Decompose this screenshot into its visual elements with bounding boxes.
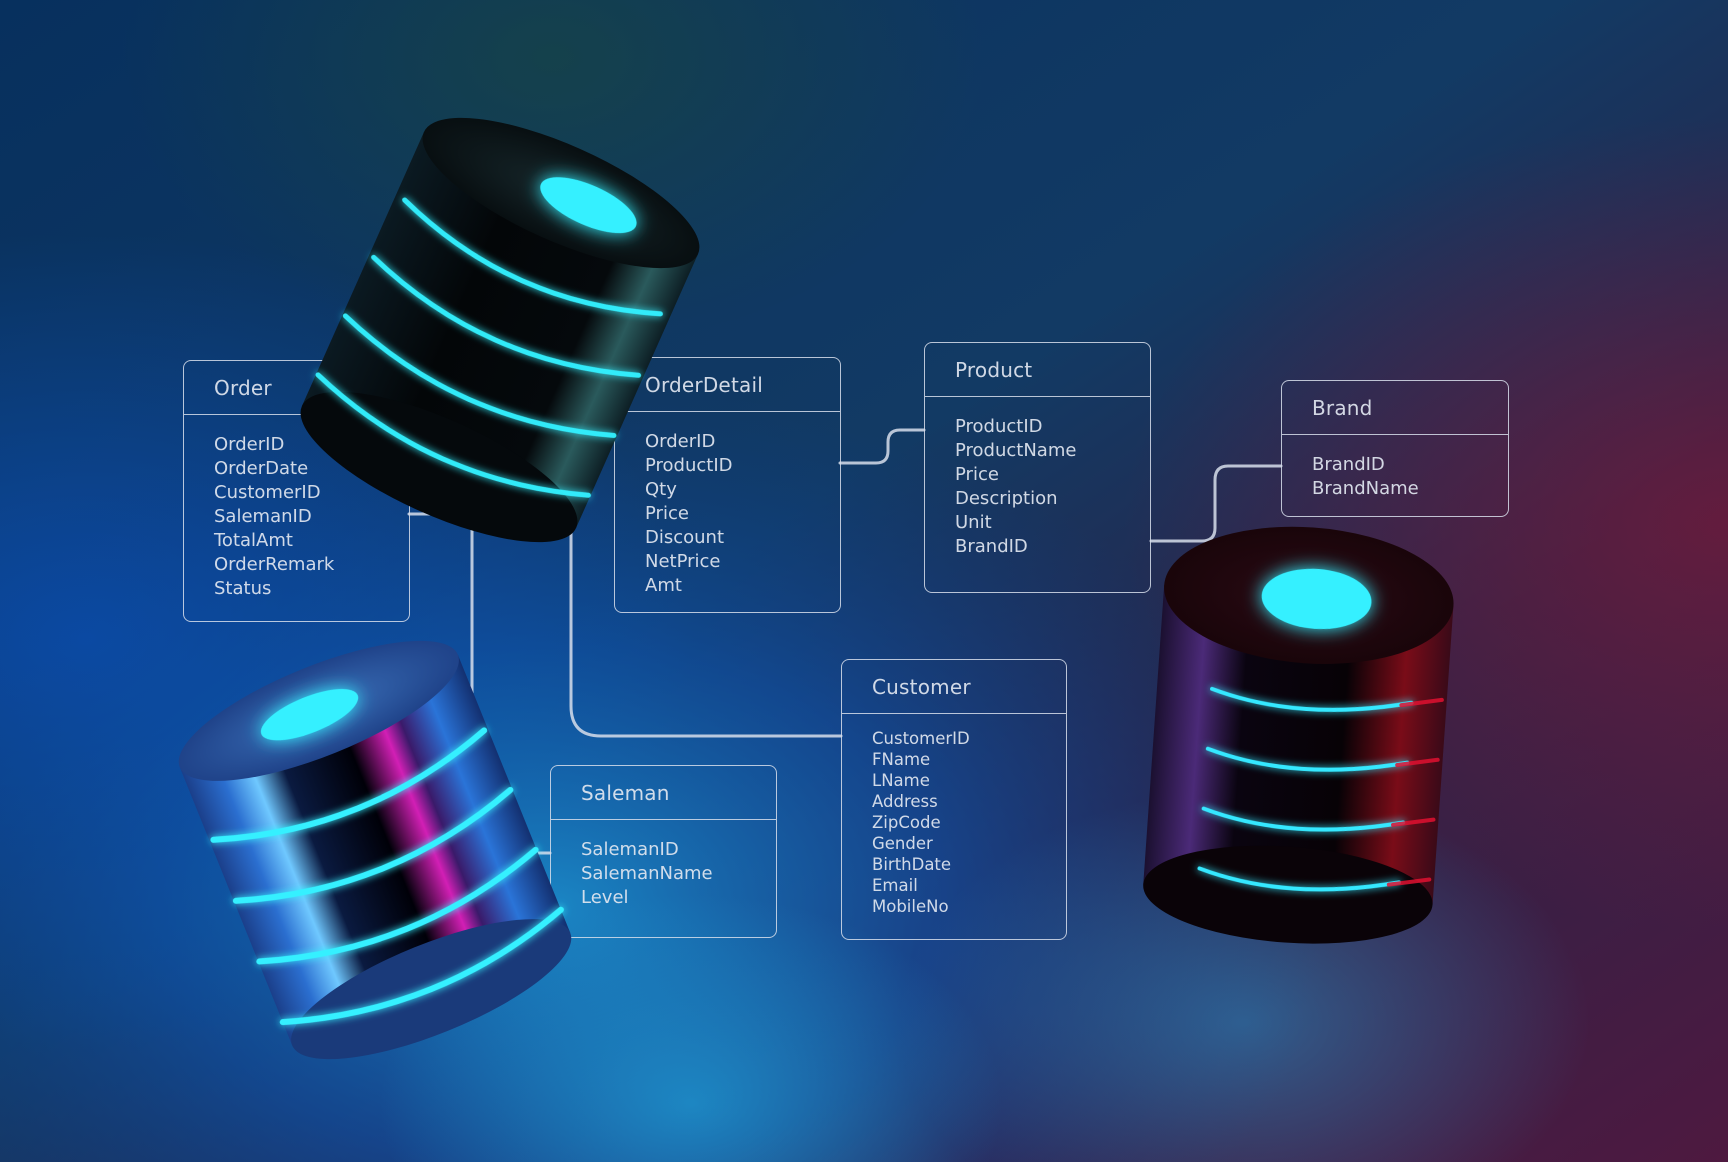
field-mobileno: MobileNo <box>872 897 949 916</box>
field-fname: FName <box>872 750 931 769</box>
field-address: Address <box>872 792 938 811</box>
entity-customer-fields: CustomerID FName LName Address ZipCode G… <box>842 714 1066 917</box>
field-level: Level <box>581 887 629 908</box>
field-brandid: BrandID <box>1312 454 1385 475</box>
entity-customer-title: Customer <box>842 660 1066 714</box>
field-productid: ProductID <box>955 416 1043 437</box>
field-orderremark: OrderRemark <box>214 554 335 575</box>
entity-order-title: Order <box>184 361 409 415</box>
entity-orderdetail[interactable]: OrderDetail OrderID ProductID Qty Price … <box>614 357 841 613</box>
field-zipcode: ZipCode <box>872 813 941 832</box>
field-description: Description <box>955 488 1058 509</box>
entity-saleman[interactable]: Saleman SalemanID SalemanName Level <box>550 765 777 938</box>
field-unit: Unit <box>955 512 992 533</box>
entity-brand[interactable]: Brand BrandID BrandName <box>1281 380 1509 517</box>
field-productid: ProductID <box>645 455 733 476</box>
field-email: Email <box>872 876 918 895</box>
field-salemanid: SalemanID <box>581 839 679 860</box>
entity-saleman-title: Saleman <box>551 766 776 820</box>
entity-brand-fields: BrandID BrandName <box>1282 435 1508 501</box>
field-price: Price <box>955 464 999 485</box>
field-brandname: BrandName <box>1312 478 1419 499</box>
entity-order-fields: OrderID OrderDate CustomerID SalemanID T… <box>184 415 409 601</box>
field-salemanid: SalemanID <box>214 506 312 527</box>
field-netprice: NetPrice <box>645 551 721 572</box>
entity-orderdetail-title: OrderDetail <box>615 358 840 412</box>
field-birthdate: BirthDate <box>872 855 952 874</box>
entity-orderdetail-fields: OrderID ProductID Qty Price Discount Net… <box>615 412 840 598</box>
field-discount: Discount <box>645 527 725 548</box>
entity-product-fields: ProductID ProductName Price Description … <box>925 397 1150 559</box>
entity-saleman-fields: SalemanID SalemanName Level <box>551 820 776 910</box>
field-orderid: OrderID <box>645 431 716 452</box>
field-gender: Gender <box>872 834 933 853</box>
field-lname: LName <box>872 771 930 790</box>
field-brandid: BrandID <box>955 536 1028 557</box>
field-status: Status <box>214 578 272 599</box>
entity-product-title: Product <box>925 343 1150 397</box>
entity-customer[interactable]: Customer CustomerID FName LName Address … <box>841 659 1067 940</box>
entity-order[interactable]: Order OrderID OrderDate CustomerID Salem… <box>183 360 410 622</box>
entity-brand-title: Brand <box>1282 381 1508 435</box>
field-orderid: OrderID <box>214 434 285 455</box>
field-productname: ProductName <box>955 440 1077 461</box>
field-customerid: CustomerID <box>872 729 970 748</box>
field-customerid: CustomerID <box>214 482 321 503</box>
entity-product[interactable]: Product ProductID ProductName Price Desc… <box>924 342 1151 593</box>
field-totalamt: TotalAmt <box>214 530 293 551</box>
field-qty: Qty <box>645 479 677 500</box>
field-amt: Amt <box>645 575 682 596</box>
field-price: Price <box>645 503 689 524</box>
field-orderdate: OrderDate <box>214 458 309 479</box>
field-salemanname: SalemanName <box>581 863 713 884</box>
